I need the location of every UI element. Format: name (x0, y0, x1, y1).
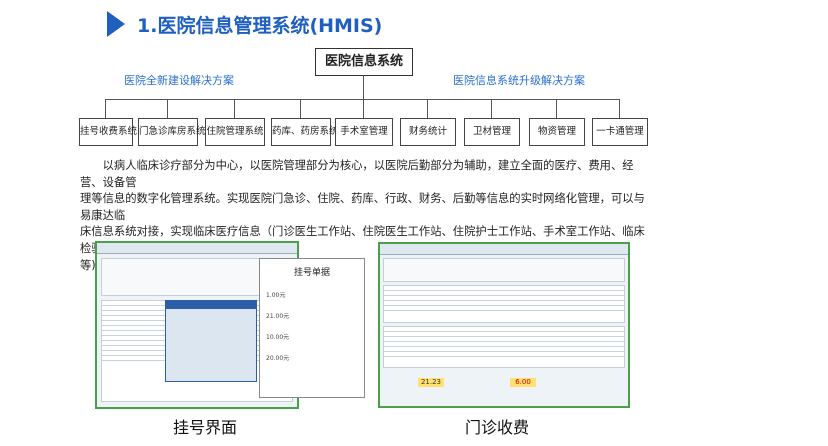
tree-branch-line (300, 99, 301, 118)
module-node-surgery: 手术室管理 (335, 118, 393, 146)
tree-branch-line (234, 99, 235, 118)
registration-dialog (165, 300, 257, 382)
tree-branch-line (556, 99, 557, 118)
page-title: 1.医院信息管理系统(HMIS) (137, 15, 383, 37)
billing-screenshot (378, 242, 630, 408)
module-node-outpatient-storage: 门急诊库房系统 (138, 118, 206, 146)
title-arrow-icon (107, 11, 125, 37)
ticket-amount: 20.00元 (266, 355, 290, 362)
dialog-titlebar (166, 301, 256, 309)
billing-total: 21.23 (418, 378, 444, 387)
screenshot-toolbar (97, 243, 297, 254)
caption-billing: 门诊收费 (465, 418, 530, 437)
screenshot-table (383, 285, 625, 323)
billing-change: 6.00 (510, 378, 536, 387)
tree-horizontal-line (105, 99, 619, 100)
module-node-materials: 物资管理 (529, 118, 585, 146)
tree-branch-line (427, 99, 428, 118)
module-node-finance: 财务统计 (400, 118, 456, 146)
module-node-inpatient: 住院管理系统 (205, 118, 265, 146)
module-node-medical-supplies: 卫材管理 (464, 118, 520, 146)
branch-label-right: 医院信息系统升级解决方案 (453, 74, 585, 87)
paragraph-line: 理等信息的数字化管理系统。实现医院门急诊、住院、药库、行政、财务、后勤等信息的实… (80, 192, 645, 222)
module-node-registration: 挂号收费系统 (79, 118, 137, 146)
module-node-card: 一卡通管理 (592, 118, 648, 146)
tree-branch-line (363, 99, 364, 118)
ticket-title: 挂号单据 (293, 268, 330, 278)
tree-trunk-line (363, 75, 364, 99)
ticket-amount: 1.00元 (266, 292, 286, 299)
tree-branch-line (619, 99, 620, 118)
caption-registration: 挂号界面 (173, 418, 238, 437)
root-node: 医院信息系统 (315, 48, 413, 76)
ticket-amount: 21.00元 (266, 313, 290, 320)
tree-branch-line (167, 99, 168, 118)
screenshot-table (383, 326, 625, 368)
tree-branch-line (491, 99, 492, 118)
branch-label-left: 医院全新建设解决方案 (124, 74, 234, 87)
ticket-amount: 10.00元 (266, 334, 290, 341)
registration-ticket: 挂号单据 1.00元 21.00元 10.00元 20.00元 (259, 258, 365, 398)
paragraph-line: 以病人临床诊疗部分为中心，以医院管理部分为核心，以医院后勤部分为辅助，建立全面的… (80, 159, 634, 189)
screenshot-toolbar (380, 244, 628, 255)
tree-branch-line (105, 99, 106, 118)
screenshot-form (383, 258, 625, 282)
module-node-pharmacy: 药库、药房系统 (271, 118, 339, 146)
